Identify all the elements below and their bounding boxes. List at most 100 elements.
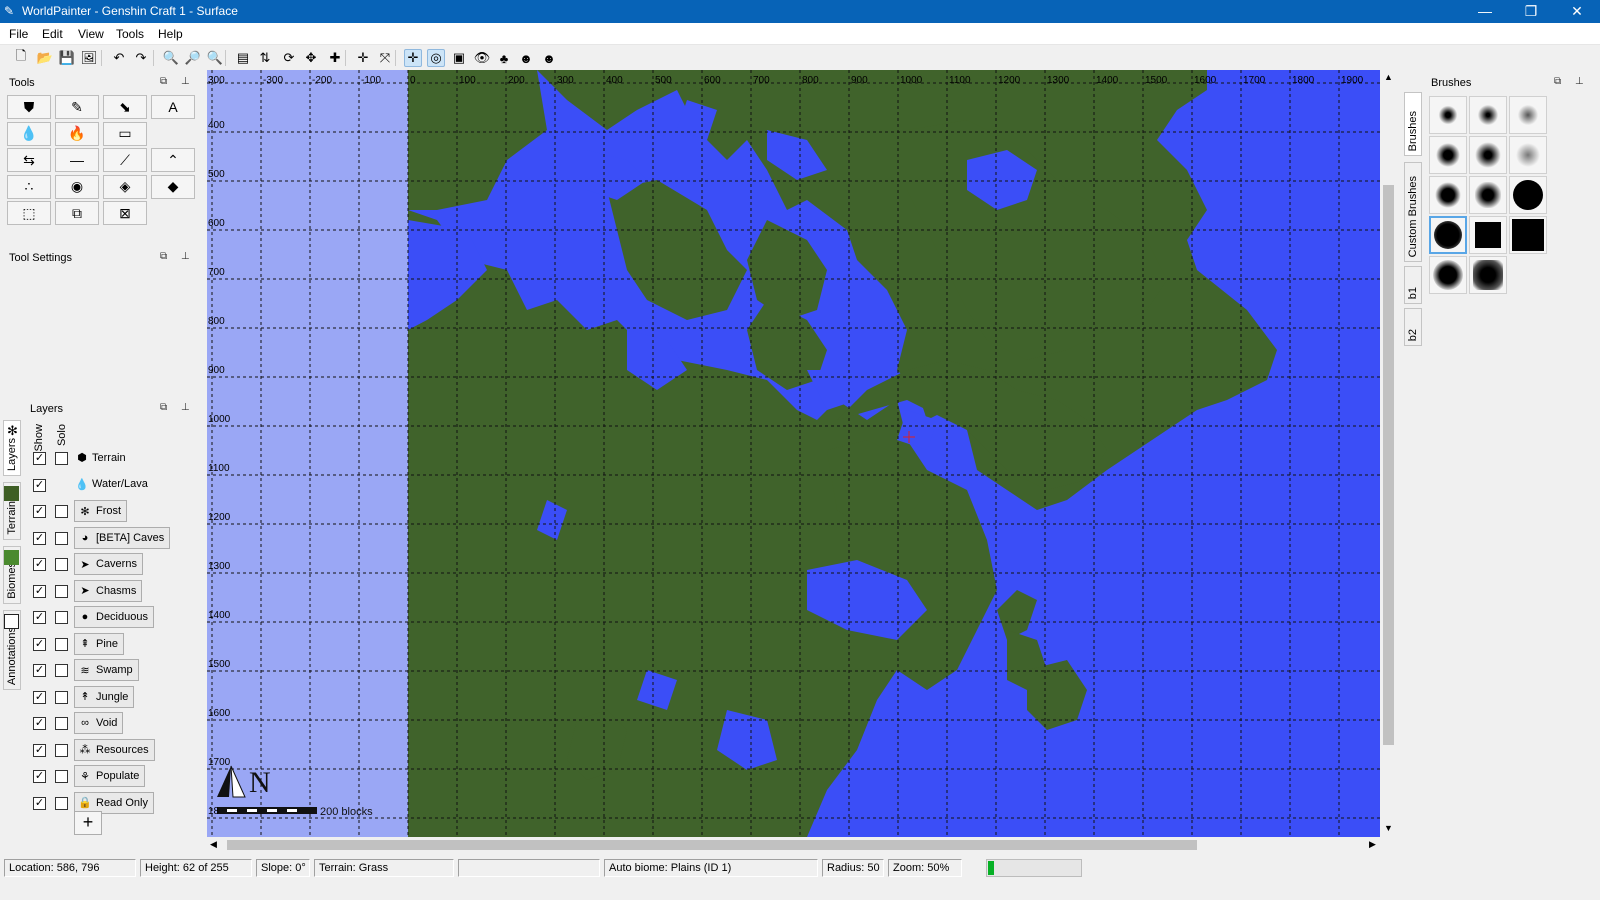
layer-show-checkbox[interactable]: ✓ bbox=[33, 531, 46, 545]
layer-solo-checkbox[interactable] bbox=[55, 611, 68, 624]
maximize-button[interactable]: ❐ bbox=[1508, 0, 1554, 23]
float-icon[interactable]: ⧉ bbox=[160, 251, 167, 262]
biomes-icon[interactable]: ♣ bbox=[495, 49, 513, 67]
scroll-down-icon[interactable]: ▼ bbox=[1384, 823, 1393, 833]
layer-solo-checkbox[interactable] bbox=[55, 664, 68, 677]
globe-alt-icon[interactable]: ☻ bbox=[540, 49, 558, 67]
layer-button-jungle[interactable]: ↟ Jungle bbox=[74, 685, 135, 708]
layer-show-checkbox[interactable]: ✓ bbox=[33, 637, 46, 651]
layer-show-checkbox[interactable]: ✓ bbox=[33, 505, 46, 518]
float-icon[interactable]: ⧉ bbox=[160, 402, 167, 413]
layer-solo-checkbox[interactable] bbox=[55, 584, 68, 598]
vertical-scrollbar[interactable]: ▲ ▼ bbox=[1380, 70, 1397, 837]
layer-button-deciduous[interactable]: ● Deciduous bbox=[74, 606, 154, 628]
layer-show-checkbox[interactable]: ✓ bbox=[33, 611, 46, 624]
add-tiles-icon[interactable]: ✚ bbox=[326, 49, 344, 67]
layer-button-terrain[interactable]: ⬢ Terrain bbox=[74, 451, 125, 465]
add-layer-button[interactable]: + bbox=[74, 811, 102, 835]
brush-soft-7[interactable] bbox=[1429, 176, 1467, 214]
horizontal-scroll-thumb[interactable] bbox=[227, 840, 1197, 850]
pencil-icon[interactable]: ✎ bbox=[55, 95, 99, 119]
lava-icon[interactable]: 🔥 bbox=[55, 121, 99, 146]
change-height-icon[interactable]: ⇅ bbox=[256, 49, 274, 67]
brush-spray-3[interactable] bbox=[1509, 96, 1547, 134]
layer-button-caverns[interactable]: ➤ Caverns bbox=[74, 553, 143, 575]
clear-selection-icon[interactable]: ⊠ bbox=[103, 201, 147, 225]
brush-soft-2[interactable] bbox=[1469, 96, 1507, 134]
layer-show-checkbox[interactable]: ✓ bbox=[33, 770, 46, 783]
scroll-left-icon[interactable]: ◀ bbox=[210, 839, 217, 850]
pin-icon[interactable]: ⊥ bbox=[1575, 76, 1584, 87]
layer-button-swamp[interactable]: ≋ Swamp bbox=[74, 659, 139, 681]
layer-solo-checkbox[interactable] bbox=[55, 796, 68, 810]
menu-view[interactable]: View bbox=[78, 27, 104, 41]
mountain-icon[interactable]: ⌃ bbox=[151, 148, 195, 172]
flood-icon[interactable]: ⬊ bbox=[103, 95, 147, 119]
layer-button-beta-caves[interactable]: ◕ [BETA] Caves bbox=[74, 526, 171, 549]
horizontal-scrollbar[interactable]: ◀ ▶ bbox=[207, 837, 1380, 853]
layer-solo-checkbox[interactable] bbox=[55, 452, 68, 465]
spray-icon[interactable]: ∴ bbox=[7, 174, 51, 199]
raise-rotated-pyramid-icon[interactable]: ◆ bbox=[151, 174, 195, 199]
tab-b2[interactable]: b2 bbox=[1404, 308, 1422, 346]
layer-show-checkbox[interactable]: ✓ bbox=[33, 452, 46, 465]
select-icon[interactable]: ⬚ bbox=[7, 201, 51, 225]
layer-solo-checkbox[interactable] bbox=[55, 770, 68, 783]
zoom-reset-icon[interactable]: 🔎 bbox=[184, 49, 202, 67]
layer-button-void[interactable]: ∞ Void bbox=[74, 712, 124, 734]
layer-solo-checkbox[interactable] bbox=[55, 743, 68, 757]
redo-icon[interactable]: ↷ bbox=[132, 49, 150, 67]
layer-solo-checkbox[interactable] bbox=[55, 717, 68, 730]
tab-brushes[interactable]: Brushes bbox=[1404, 92, 1422, 156]
flatten-icon[interactable]: — bbox=[55, 148, 99, 172]
pin-icon[interactable]: ⊥ bbox=[181, 76, 190, 87]
layer-show-checkbox[interactable]: ✓ bbox=[33, 743, 46, 757]
menu-file[interactable]: File bbox=[9, 27, 28, 41]
map-view[interactable]: N 200 blocks 300 -300 -200 -100 0 100 200 300 40… bbox=[207, 70, 1380, 837]
dimension-properties-icon[interactable]: ▤ bbox=[234, 49, 252, 67]
fit-icon[interactable]: ⤧ bbox=[376, 49, 394, 67]
view-3d-icon[interactable]: 👁 bbox=[473, 49, 491, 67]
layer-button-populate[interactable]: ⚘ Populate bbox=[74, 765, 146, 787]
brush-soft-13[interactable] bbox=[1429, 256, 1467, 294]
layer-show-checkbox[interactable]: ✓ bbox=[33, 717, 46, 730]
brush-spray-6[interactable] bbox=[1509, 136, 1547, 174]
tab-custom-brushes[interactable]: Custom Brushes bbox=[1404, 162, 1422, 262]
layer-solo-checkbox[interactable] bbox=[55, 505, 68, 518]
layer-button-chasms[interactable]: ➤ Chasms bbox=[74, 579, 143, 602]
minimize-button[interactable]: — bbox=[1462, 0, 1508, 23]
layer-show-checkbox[interactable]: ✓ bbox=[33, 558, 46, 571]
copy-selection-icon[interactable]: ⧉ bbox=[55, 201, 99, 225]
layer-show-checkbox[interactable]: ✓ bbox=[33, 796, 46, 810]
menu-edit[interactable]: Edit bbox=[42, 27, 63, 41]
layer-show-checkbox[interactable]: ✓ bbox=[33, 584, 46, 598]
new-icon[interactable]: 🗋 bbox=[12, 48, 30, 67]
text-icon[interactable]: A bbox=[151, 95, 195, 119]
layer-solo-checkbox[interactable] bbox=[55, 531, 68, 545]
layer-show-checkbox[interactable]: ✓ bbox=[33, 478, 46, 492]
close-button[interactable]: ✕ bbox=[1554, 0, 1600, 23]
zoom-in-icon[interactable]: 🔍 bbox=[162, 49, 180, 67]
layer-button-pine[interactable]: ⇞ Pine bbox=[74, 632, 125, 655]
vertical-scroll-thumb[interactable] bbox=[1383, 185, 1394, 745]
menu-tools[interactable]: Tools bbox=[116, 27, 144, 41]
raise-pyramid-icon[interactable]: ◈ bbox=[103, 174, 147, 199]
brush-hard-12[interactable] bbox=[1509, 216, 1547, 254]
grid-icon[interactable]: ✛ bbox=[404, 49, 422, 67]
smooth-icon[interactable]: ⇆ bbox=[7, 148, 51, 172]
layer-show-checkbox[interactable]: ✓ bbox=[33, 690, 46, 704]
brush-soft-4[interactable] bbox=[1429, 136, 1467, 174]
sponge-icon[interactable]: ▭ bbox=[103, 121, 147, 146]
save-icon[interactable]: 💾 bbox=[58, 49, 76, 67]
layer-solo-checkbox[interactable] bbox=[55, 558, 68, 571]
tab-layers[interactable]: ✻ Layers bbox=[3, 420, 21, 476]
remove-tiles-icon[interactable]: ✛ bbox=[354, 49, 372, 67]
layer-show-checkbox[interactable]: ✓ bbox=[33, 664, 46, 677]
pin-icon[interactable]: ⊥ bbox=[181, 402, 190, 413]
raise-lower-icon[interactable]: ⛊ bbox=[7, 95, 51, 119]
view-icon[interactable]: ▣ bbox=[450, 49, 468, 67]
brush-hard-10[interactable] bbox=[1429, 216, 1467, 254]
globe-tool-icon[interactable]: ◉ bbox=[55, 174, 99, 199]
layer-solo-checkbox[interactable] bbox=[55, 637, 68, 651]
layer-button-water-lava[interactable]: 💧 Water/Lava bbox=[74, 478, 148, 491]
